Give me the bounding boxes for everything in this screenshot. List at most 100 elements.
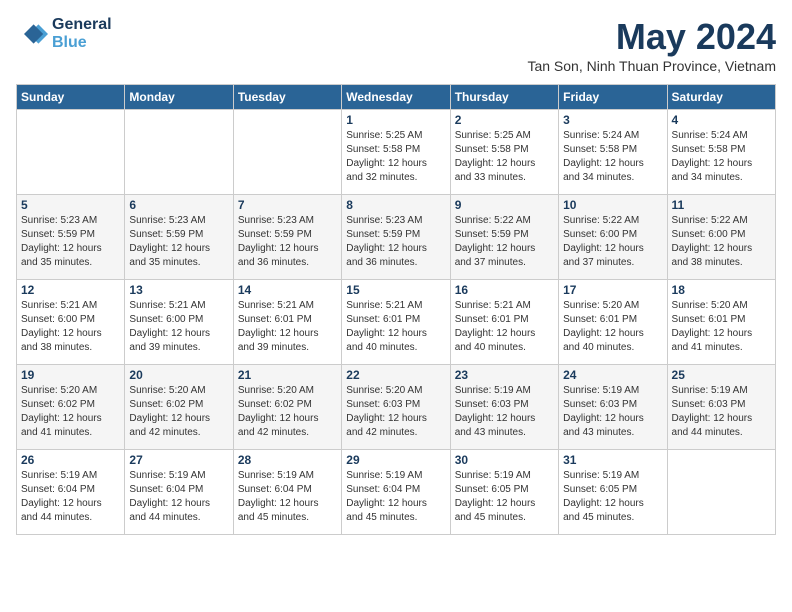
day-number: 4 bbox=[672, 113, 771, 127]
col-monday: Monday bbox=[125, 85, 233, 110]
table-row: 14 Sunrise: 5:21 AMSunset: 6:01 PMDayligh… bbox=[233, 280, 341, 365]
day-info: Sunrise: 5:21 AMSunset: 6:01 PMDaylight:… bbox=[238, 299, 337, 355]
day-number: 7 bbox=[238, 198, 337, 212]
title-area: May 2024 Tan Son, Ninh Thuan Province, V… bbox=[527, 16, 776, 74]
day-info: Sunrise: 5:20 AMSunset: 6:01 PMDaylight:… bbox=[563, 299, 662, 355]
day-number: 21 bbox=[238, 368, 337, 382]
table-row: 11 Sunrise: 5:22 AMSunset: 6:00 PMDayligh… bbox=[667, 195, 775, 280]
day-number: 15 bbox=[346, 283, 445, 297]
day-info: Sunrise: 5:20 AMSunset: 6:03 PMDaylight:… bbox=[346, 384, 445, 440]
day-info: Sunrise: 5:24 AMSunset: 5:58 PMDaylight:… bbox=[672, 129, 771, 185]
day-number: 6 bbox=[129, 198, 228, 212]
table-row: 20 Sunrise: 5:20 AMSunset: 6:02 PMDayligh… bbox=[125, 365, 233, 450]
table-row: 18Sunrise: 5:20 AMSunset: 6:01 PMDayligh… bbox=[667, 280, 775, 365]
table-row: 31Sunrise: 5:19 AMSunset: 6:05 PMDayligh… bbox=[559, 450, 667, 535]
day-number: 29 bbox=[346, 453, 445, 467]
location-title: Tan Son, Ninh Thuan Province, Vietnam bbox=[527, 58, 776, 74]
day-info: Sunrise: 5:23 AMSunset: 5:59 PMDaylight:… bbox=[238, 214, 337, 270]
day-info: Sunrise: 5:21 AMSunset: 6:01 PMDaylight:… bbox=[455, 299, 554, 355]
day-number: 28 bbox=[238, 453, 337, 467]
day-number: 9 bbox=[455, 198, 554, 212]
table-row: 24 Sunrise: 5:19 AMSunset: 6:03 PMDayligh… bbox=[559, 365, 667, 450]
col-saturday: Saturday bbox=[667, 85, 775, 110]
logo: General Blue bbox=[16, 16, 112, 52]
day-number: 8 bbox=[346, 198, 445, 212]
table-row: 15 Sunrise: 5:21 AMSunset: 6:01 PMDayligh… bbox=[342, 280, 450, 365]
day-info: Sunrise: 5:19 AMSunset: 6:05 PMDaylight:… bbox=[455, 469, 554, 525]
day-info: Sunrise: 5:19 AMSunset: 6:04 PMDaylight:… bbox=[21, 469, 120, 525]
table-row: 13Sunrise: 5:21 AMSunset: 6:00 PMDayligh… bbox=[125, 280, 233, 365]
day-info: Sunrise: 5:19 AMSunset: 6:04 PMDaylight:… bbox=[129, 469, 228, 525]
table-row: 6 Sunrise: 5:23 AMSunset: 5:59 PMDaylight… bbox=[125, 195, 233, 280]
table-row: 29 Sunrise: 5:19 AMSunset: 6:04 PMDayligh… bbox=[342, 450, 450, 535]
day-info: Sunrise: 5:19 AMSunset: 6:03 PMDaylight:… bbox=[563, 384, 662, 440]
day-info: Sunrise: 5:21 AMSunset: 6:00 PMDaylight:… bbox=[129, 299, 228, 355]
day-number: 22 bbox=[346, 368, 445, 382]
day-info: Sunrise: 5:22 AMSunset: 5:59 PMDaylight:… bbox=[455, 214, 554, 270]
calendar-week-row: 5 Sunrise: 5:23 AMSunset: 5:59 PMDaylight… bbox=[17, 195, 776, 280]
day-number: 19 bbox=[21, 368, 120, 382]
day-number: 1 bbox=[346, 113, 445, 127]
day-number: 2 bbox=[455, 113, 554, 127]
table-row: 26 Sunrise: 5:19 AMSunset: 6:04 PMDayligh… bbox=[17, 450, 125, 535]
table-row: 28 Sunrise: 5:19 AMSunset: 6:04 PMDayligh… bbox=[233, 450, 341, 535]
table-row: 8 Sunrise: 5:23 AMSunset: 5:59 PMDaylight… bbox=[342, 195, 450, 280]
day-info: Sunrise: 5:24 AMSunset: 5:58 PMDaylight:… bbox=[563, 129, 662, 185]
table-row: 4 Sunrise: 5:24 AMSunset: 5:58 PMDaylight… bbox=[667, 110, 775, 195]
day-number: 14 bbox=[238, 283, 337, 297]
day-number: 25 bbox=[672, 368, 771, 382]
calendar-table: Sunday Monday Tuesday Wednesday Thursday… bbox=[16, 84, 776, 535]
calendar-week-row: 19 Sunrise: 5:20 AMSunset: 6:02 PMDayligh… bbox=[17, 365, 776, 450]
day-info: Sunrise: 5:20 AMSunset: 6:02 PMDaylight:… bbox=[129, 384, 228, 440]
calendar-week-row: 12 Sunrise: 5:21 AMSunset: 6:00 PMDayligh… bbox=[17, 280, 776, 365]
calendar-header-row: Sunday Monday Tuesday Wednesday Thursday… bbox=[17, 85, 776, 110]
day-info: Sunrise: 5:23 AMSunset: 5:59 PMDaylight:… bbox=[21, 214, 120, 270]
day-number: 12 bbox=[21, 283, 120, 297]
day-info: Sunrise: 5:20 AMSunset: 6:01 PMDaylight:… bbox=[672, 299, 771, 355]
table-row: 2 Sunrise: 5:25 AMSunset: 5:58 PMDaylight… bbox=[450, 110, 558, 195]
day-number: 16 bbox=[455, 283, 554, 297]
table-row: 17 Sunrise: 5:20 AMSunset: 6:01 PMDayligh… bbox=[559, 280, 667, 365]
day-info: Sunrise: 5:19 AMSunset: 6:04 PMDaylight:… bbox=[238, 469, 337, 525]
day-info: Sunrise: 5:25 AMSunset: 5:58 PMDaylight:… bbox=[346, 129, 445, 185]
day-info: Sunrise: 5:21 AMSunset: 6:00 PMDaylight:… bbox=[21, 299, 120, 355]
calendar-week-row: 1 Sunrise: 5:25 AMSunset: 5:58 PMDaylight… bbox=[17, 110, 776, 195]
calendar-week-row: 26 Sunrise: 5:19 AMSunset: 6:04 PMDayligh… bbox=[17, 450, 776, 535]
day-info: Sunrise: 5:23 AMSunset: 5:59 PMDaylight:… bbox=[346, 214, 445, 270]
table-row: 27Sunrise: 5:19 AMSunset: 6:04 PMDayligh… bbox=[125, 450, 233, 535]
table-row: 12 Sunrise: 5:21 AMSunset: 6:00 PMDayligh… bbox=[17, 280, 125, 365]
day-info: Sunrise: 5:21 AMSunset: 6:01 PMDaylight:… bbox=[346, 299, 445, 355]
day-number: 10 bbox=[563, 198, 662, 212]
day-number: 31 bbox=[563, 453, 662, 467]
day-info: Sunrise: 5:22 AMSunset: 6:00 PMDaylight:… bbox=[672, 214, 771, 270]
day-number: 5 bbox=[21, 198, 120, 212]
col-thursday: Thursday bbox=[450, 85, 558, 110]
day-number: 24 bbox=[563, 368, 662, 382]
day-number: 26 bbox=[21, 453, 120, 467]
day-number: 20 bbox=[129, 368, 228, 382]
table-row: 3 Sunrise: 5:24 AMSunset: 5:58 PMDaylight… bbox=[559, 110, 667, 195]
table-row: 30 Sunrise: 5:19 AMSunset: 6:05 PMDayligh… bbox=[450, 450, 558, 535]
col-wednesday: Wednesday bbox=[342, 85, 450, 110]
logo-icon bbox=[16, 18, 48, 50]
table-row bbox=[17, 110, 125, 195]
day-number: 3 bbox=[563, 113, 662, 127]
day-info: Sunrise: 5:25 AMSunset: 5:58 PMDaylight:… bbox=[455, 129, 554, 185]
day-number: 11 bbox=[672, 198, 771, 212]
table-row: 16 Sunrise: 5:21 AMSunset: 6:01 PMDayligh… bbox=[450, 280, 558, 365]
day-number: 17 bbox=[563, 283, 662, 297]
table-row: 19Sunrise: 5:20 AMSunset: 6:02 PMDayligh… bbox=[17, 365, 125, 450]
logo-text: General Blue bbox=[52, 16, 112, 52]
day-info: Sunrise: 5:20 AMSunset: 6:02 PMDaylight:… bbox=[238, 384, 337, 440]
day-info: Sunrise: 5:19 AMSunset: 6:04 PMDaylight:… bbox=[346, 469, 445, 525]
col-sunday: Sunday bbox=[17, 85, 125, 110]
day-number: 30 bbox=[455, 453, 554, 467]
day-info: Sunrise: 5:23 AMSunset: 5:59 PMDaylight:… bbox=[129, 214, 228, 270]
day-info: Sunrise: 5:19 AMSunset: 6:03 PMDaylight:… bbox=[672, 384, 771, 440]
table-row bbox=[233, 110, 341, 195]
day-info: Sunrise: 5:22 AMSunset: 6:00 PMDaylight:… bbox=[563, 214, 662, 270]
table-row: 22 Sunrise: 5:20 AMSunset: 6:03 PMDayligh… bbox=[342, 365, 450, 450]
table-row: 9 Sunrise: 5:22 AMSunset: 5:59 PMDaylight… bbox=[450, 195, 558, 280]
table-row: 23Sunrise: 5:19 AMSunset: 6:03 PMDayligh… bbox=[450, 365, 558, 450]
day-info: Sunrise: 5:19 AMSunset: 6:03 PMDaylight:… bbox=[455, 384, 554, 440]
